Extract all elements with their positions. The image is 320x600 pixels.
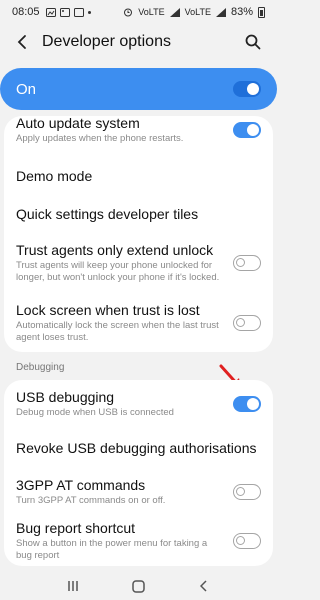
recent-apps-button[interactable]	[58, 574, 88, 598]
recent-apps-icon	[68, 581, 78, 591]
setting-title: Quick settings developer tiles	[16, 206, 199, 222]
setting-title: Revoke USB debugging authorisations	[16, 440, 257, 456]
master-switch-label: On	[16, 80, 37, 98]
setting-lock-screen-trust-lost[interactable]: Lock screen when trust is lost Automatic…	[4, 296, 273, 350]
signal-icon-1	[169, 7, 180, 17]
volte-label-2: VoLTE	[184, 7, 211, 17]
debugging-card: USB debugging Debug mode when USB is con…	[4, 380, 273, 566]
setting-usb-debugging[interactable]: USB debugging Debug mode when USB is con…	[4, 384, 273, 424]
master-switch-toggle[interactable]	[233, 81, 261, 97]
status-time: 08:05	[12, 6, 40, 18]
setting-title: Demo mode	[16, 168, 93, 184]
setting-subtitle: Debug mode when USB is connected	[16, 407, 174, 418]
battery-icon	[258, 6, 265, 18]
setting-bug-report-shortcut[interactable]: Bug report shortcut Show a button in the…	[4, 516, 273, 566]
setting-subtitle: Trust agents will keep your phone unlock…	[16, 260, 220, 283]
setting-auto-update-system[interactable]: Auto update system Apply updates when th…	[4, 116, 273, 150]
setting-title: USB debugging	[16, 389, 115, 405]
dot-icon	[87, 10, 91, 14]
page-title: Developer options	[42, 33, 171, 50]
search-button[interactable]	[239, 28, 267, 56]
setting-quick-settings-tiles[interactable]: Quick settings developer tiles	[4, 196, 273, 232]
back-arrow-icon	[17, 35, 26, 49]
master-switch-bar[interactable]: On	[0, 68, 277, 110]
setting-subtitle: Show a button in the power menu for taki…	[16, 538, 208, 561]
toggle-knob	[236, 487, 245, 496]
setting-title: Lock screen when trust is lost	[16, 302, 200, 318]
usb-debugging-toggle[interactable]	[233, 396, 261, 412]
setting-3gpp-at-commands[interactable]: 3GPP AT commands Turn 3GPP AT commands o…	[4, 472, 273, 512]
photo-notification-icon	[73, 7, 84, 17]
trust-agents-toggle[interactable]	[233, 255, 261, 271]
status-bar: 08:05 VoLTE VoLTE 83%	[0, 0, 277, 24]
setting-texts: Auto update system Apply updates when th…	[16, 116, 233, 145]
home-button[interactable]	[123, 574, 153, 598]
search-icon	[245, 34, 261, 50]
setting-subtitle: Apply updates when the phone restarts.	[16, 133, 184, 144]
toggle-knob	[247, 83, 259, 95]
system-icons: VoLTE VoLTE 83%	[123, 6, 265, 18]
3gpp-toggle[interactable]	[233, 484, 261, 500]
navigation-bar	[0, 572, 277, 600]
setting-title: 3GPP AT commands	[16, 477, 146, 493]
back-button[interactable]	[6, 26, 38, 58]
battery-level: 83%	[230, 6, 253, 18]
gallery-notification-icon	[59, 7, 70, 17]
setting-subtitle: Turn 3GPP AT commands on or off.	[16, 495, 166, 506]
setting-title: Trust agents only extend unlock	[16, 242, 214, 258]
back-nav-button[interactable]	[189, 574, 219, 598]
image-notification-icon	[45, 7, 56, 17]
toggle-knob	[236, 536, 245, 545]
setting-title: Bug report shortcut	[16, 520, 136, 536]
app-bar: Developer options	[0, 24, 277, 60]
notification-icons	[45, 7, 91, 17]
toggle-knob	[247, 398, 259, 410]
toggle-knob	[236, 318, 245, 327]
alarm-icon	[124, 8, 133, 17]
back-nav-icon	[200, 580, 207, 592]
setting-subtitle: Automatically lock the screen when the l…	[16, 320, 219, 343]
setting-title: Auto update system	[16, 116, 140, 131]
setting-revoke-usb-authorisations[interactable]: Revoke USB debugging authorisations	[4, 430, 273, 466]
volte-label-1: VoLTE	[138, 7, 165, 17]
toggle-knob	[236, 258, 245, 267]
toggle-knob	[247, 124, 259, 136]
home-icon	[132, 579, 145, 593]
setting-demo-mode[interactable]: Demo mode	[4, 158, 273, 194]
auto-update-toggle[interactable]	[233, 122, 261, 138]
setting-trust-agents[interactable]: Trust agents only extend unlock Trust ag…	[4, 236, 273, 290]
bug-report-toggle[interactable]	[233, 533, 261, 549]
lock-screen-toggle[interactable]	[233, 315, 261, 331]
signal-icon-2	[215, 7, 226, 17]
settings-card: Auto update system Apply updates when th…	[4, 116, 273, 352]
section-header-debugging: Debugging	[16, 362, 65, 373]
